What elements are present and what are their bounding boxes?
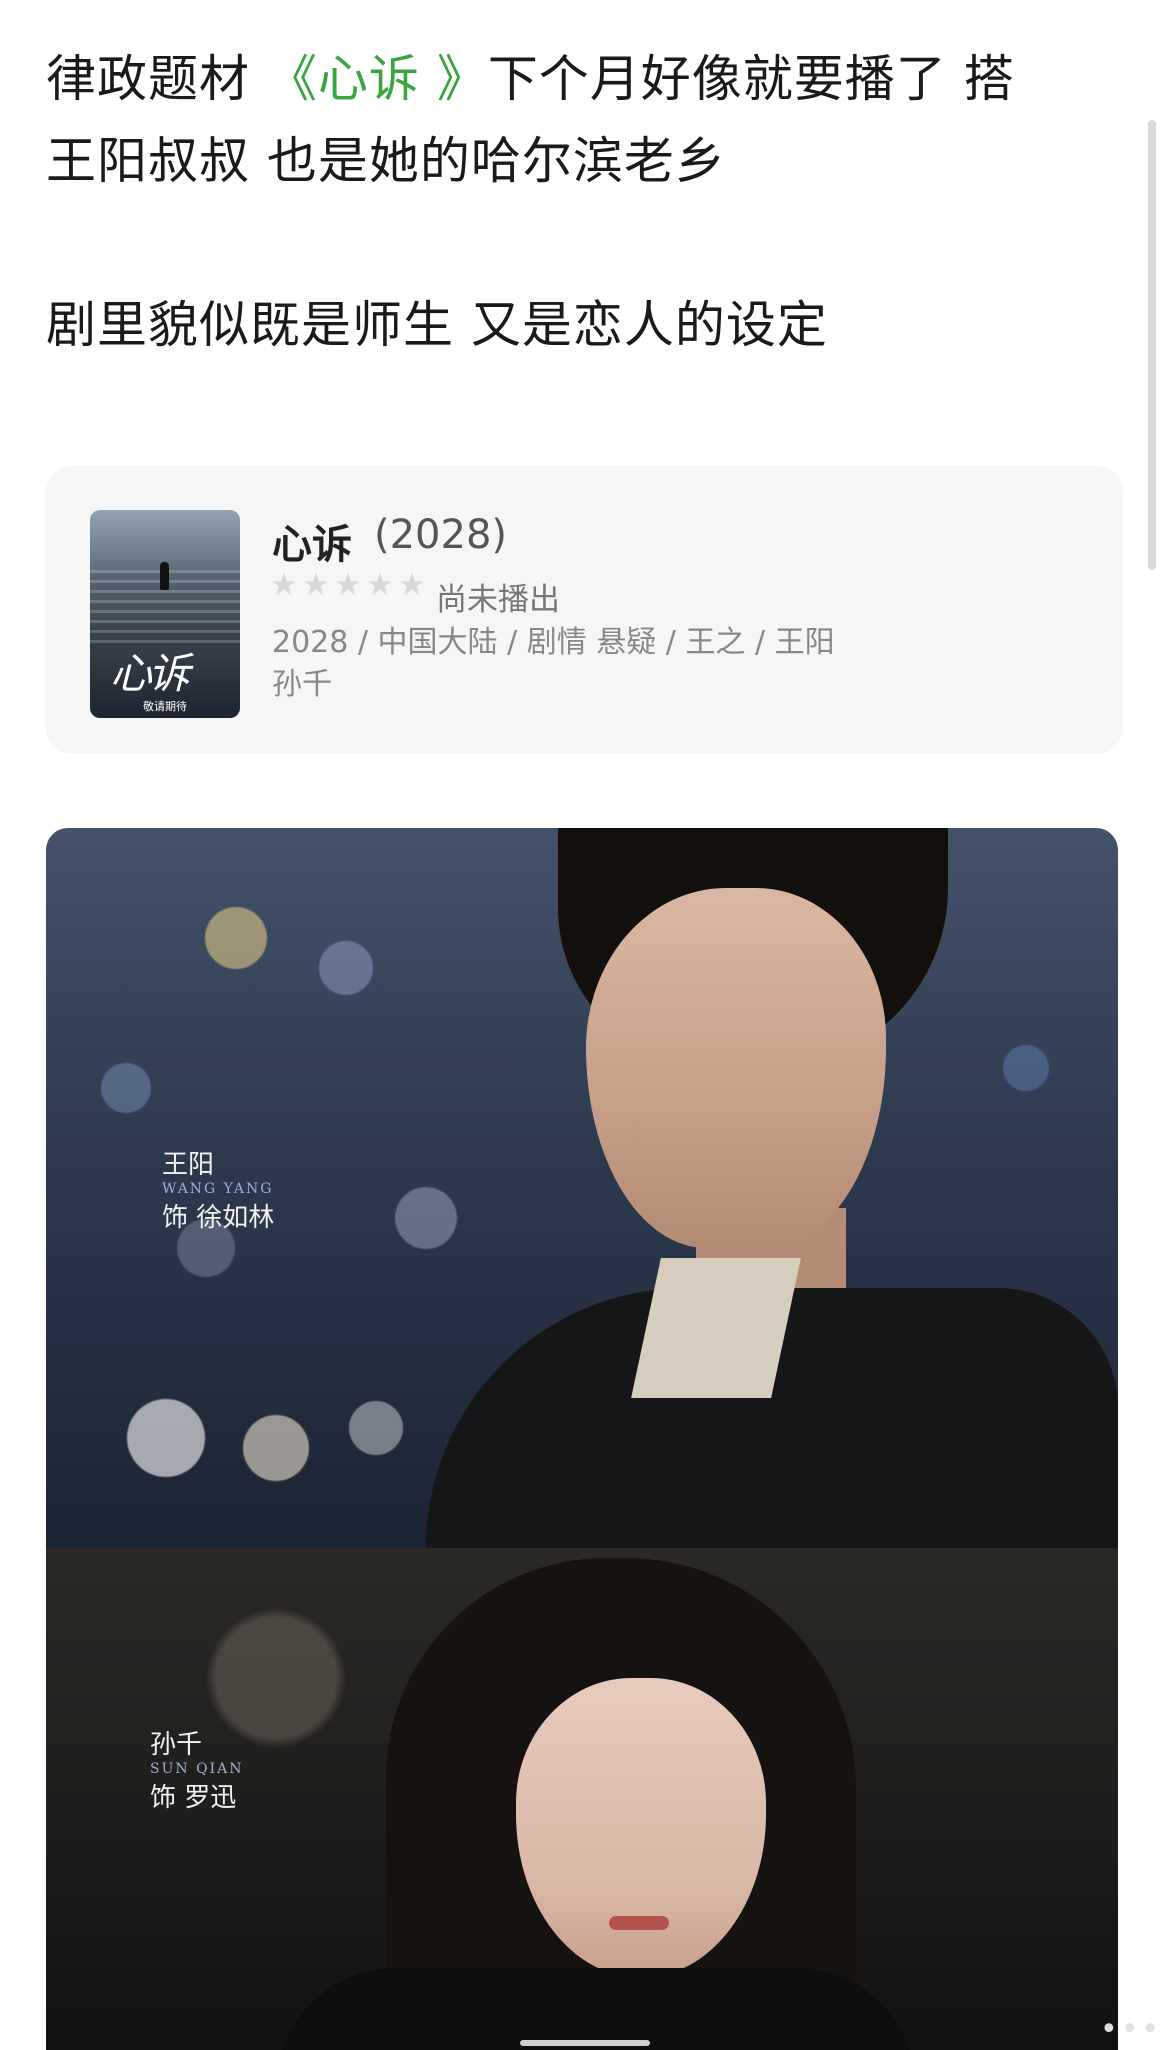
caption-actor-2: 孙千 SUN QIAN 饰 罗迅: [150, 1724, 243, 1814]
post-text: 律政题材 《心诉 》下个月好像就要播了 搭 王阳叔叔 也是她的哈尔滨老乡 剧里貌…: [46, 38, 1126, 366]
star-icon: ★: [366, 567, 394, 603]
caption-actor-1: 王阳 WANG YANG 饰 徐如林: [162, 1144, 274, 1234]
rating-status: 尚未播出: [436, 582, 560, 618]
poster-title: 心诉: [110, 649, 190, 698]
caption-1-name-en: WANG YANG: [162, 1181, 274, 1197]
post-line-1: 律政题材 《心诉 》下个月好像就要播了 搭: [46, 38, 1126, 120]
poster-figure: [160, 562, 169, 590]
more-dots-icon[interactable]: •••: [1100, 2012, 1162, 2047]
actor-portrait-1: [586, 888, 886, 1248]
scrollbar-thumb[interactable]: [1148, 120, 1156, 570]
card-title: 心诉: [272, 522, 352, 568]
caption-2-role: 饰 罗迅: [150, 1783, 237, 1813]
card-meta: 2028 / 中国大陆 / 剧情 悬疑 / 王之 / 王阳 孙千: [272, 622, 912, 706]
card-year: (2028): [374, 512, 508, 558]
card-meta-line-1: 2028 / 中国大陆 / 剧情 悬疑 / 王之 / 王阳: [272, 625, 835, 660]
photo-still-2: 孙千 SUN QIAN 饰 罗迅: [46, 1548, 1118, 2050]
post-line1-prefix: 律政题材: [46, 50, 267, 108]
post-line-2: 王阳叔叔 也是她的哈尔滨老乡: [46, 132, 726, 190]
caption-1-role: 饰 徐如林: [162, 1203, 275, 1233]
rating-stars: ★ ★ ★ ★ ★: [270, 567, 428, 603]
post-photo[interactable]: 王阳 WANG YANG 饰 徐如林 孙千 SUN QIAN 饰 罗迅: [46, 828, 1118, 2050]
drama-info-card[interactable]: 心诉 敬请期待 心诉 (2028) ★ ★ ★ ★ ★ 尚未播出 2028 / …: [46, 466, 1123, 754]
star-icon: ★: [270, 567, 298, 603]
caption-1-name: 王阳: [162, 1150, 215, 1180]
photo-still-1: 王阳 WANG YANG 饰 徐如林: [46, 828, 1118, 1548]
card-meta-line-2: 孙千: [272, 667, 332, 702]
caption-2-name-en: SUN QIAN: [150, 1761, 244, 1777]
home-indicator: [520, 2040, 650, 2046]
star-icon: ★: [302, 567, 330, 603]
drama-poster[interactable]: 心诉 敬请期待: [90, 510, 240, 718]
star-icon: ★: [398, 567, 426, 603]
post-line-3: 剧里貌似既是师生 又是恋人的设定: [46, 296, 828, 354]
caption-2-name: 孙千: [150, 1730, 203, 1760]
star-icon: ★: [334, 567, 362, 603]
drama-link[interactable]: 《心诉 》: [267, 50, 488, 108]
post-line1-suffix: 下个月好像就要播了 搭: [487, 50, 1015, 108]
poster-footer: 敬请期待: [143, 700, 187, 713]
